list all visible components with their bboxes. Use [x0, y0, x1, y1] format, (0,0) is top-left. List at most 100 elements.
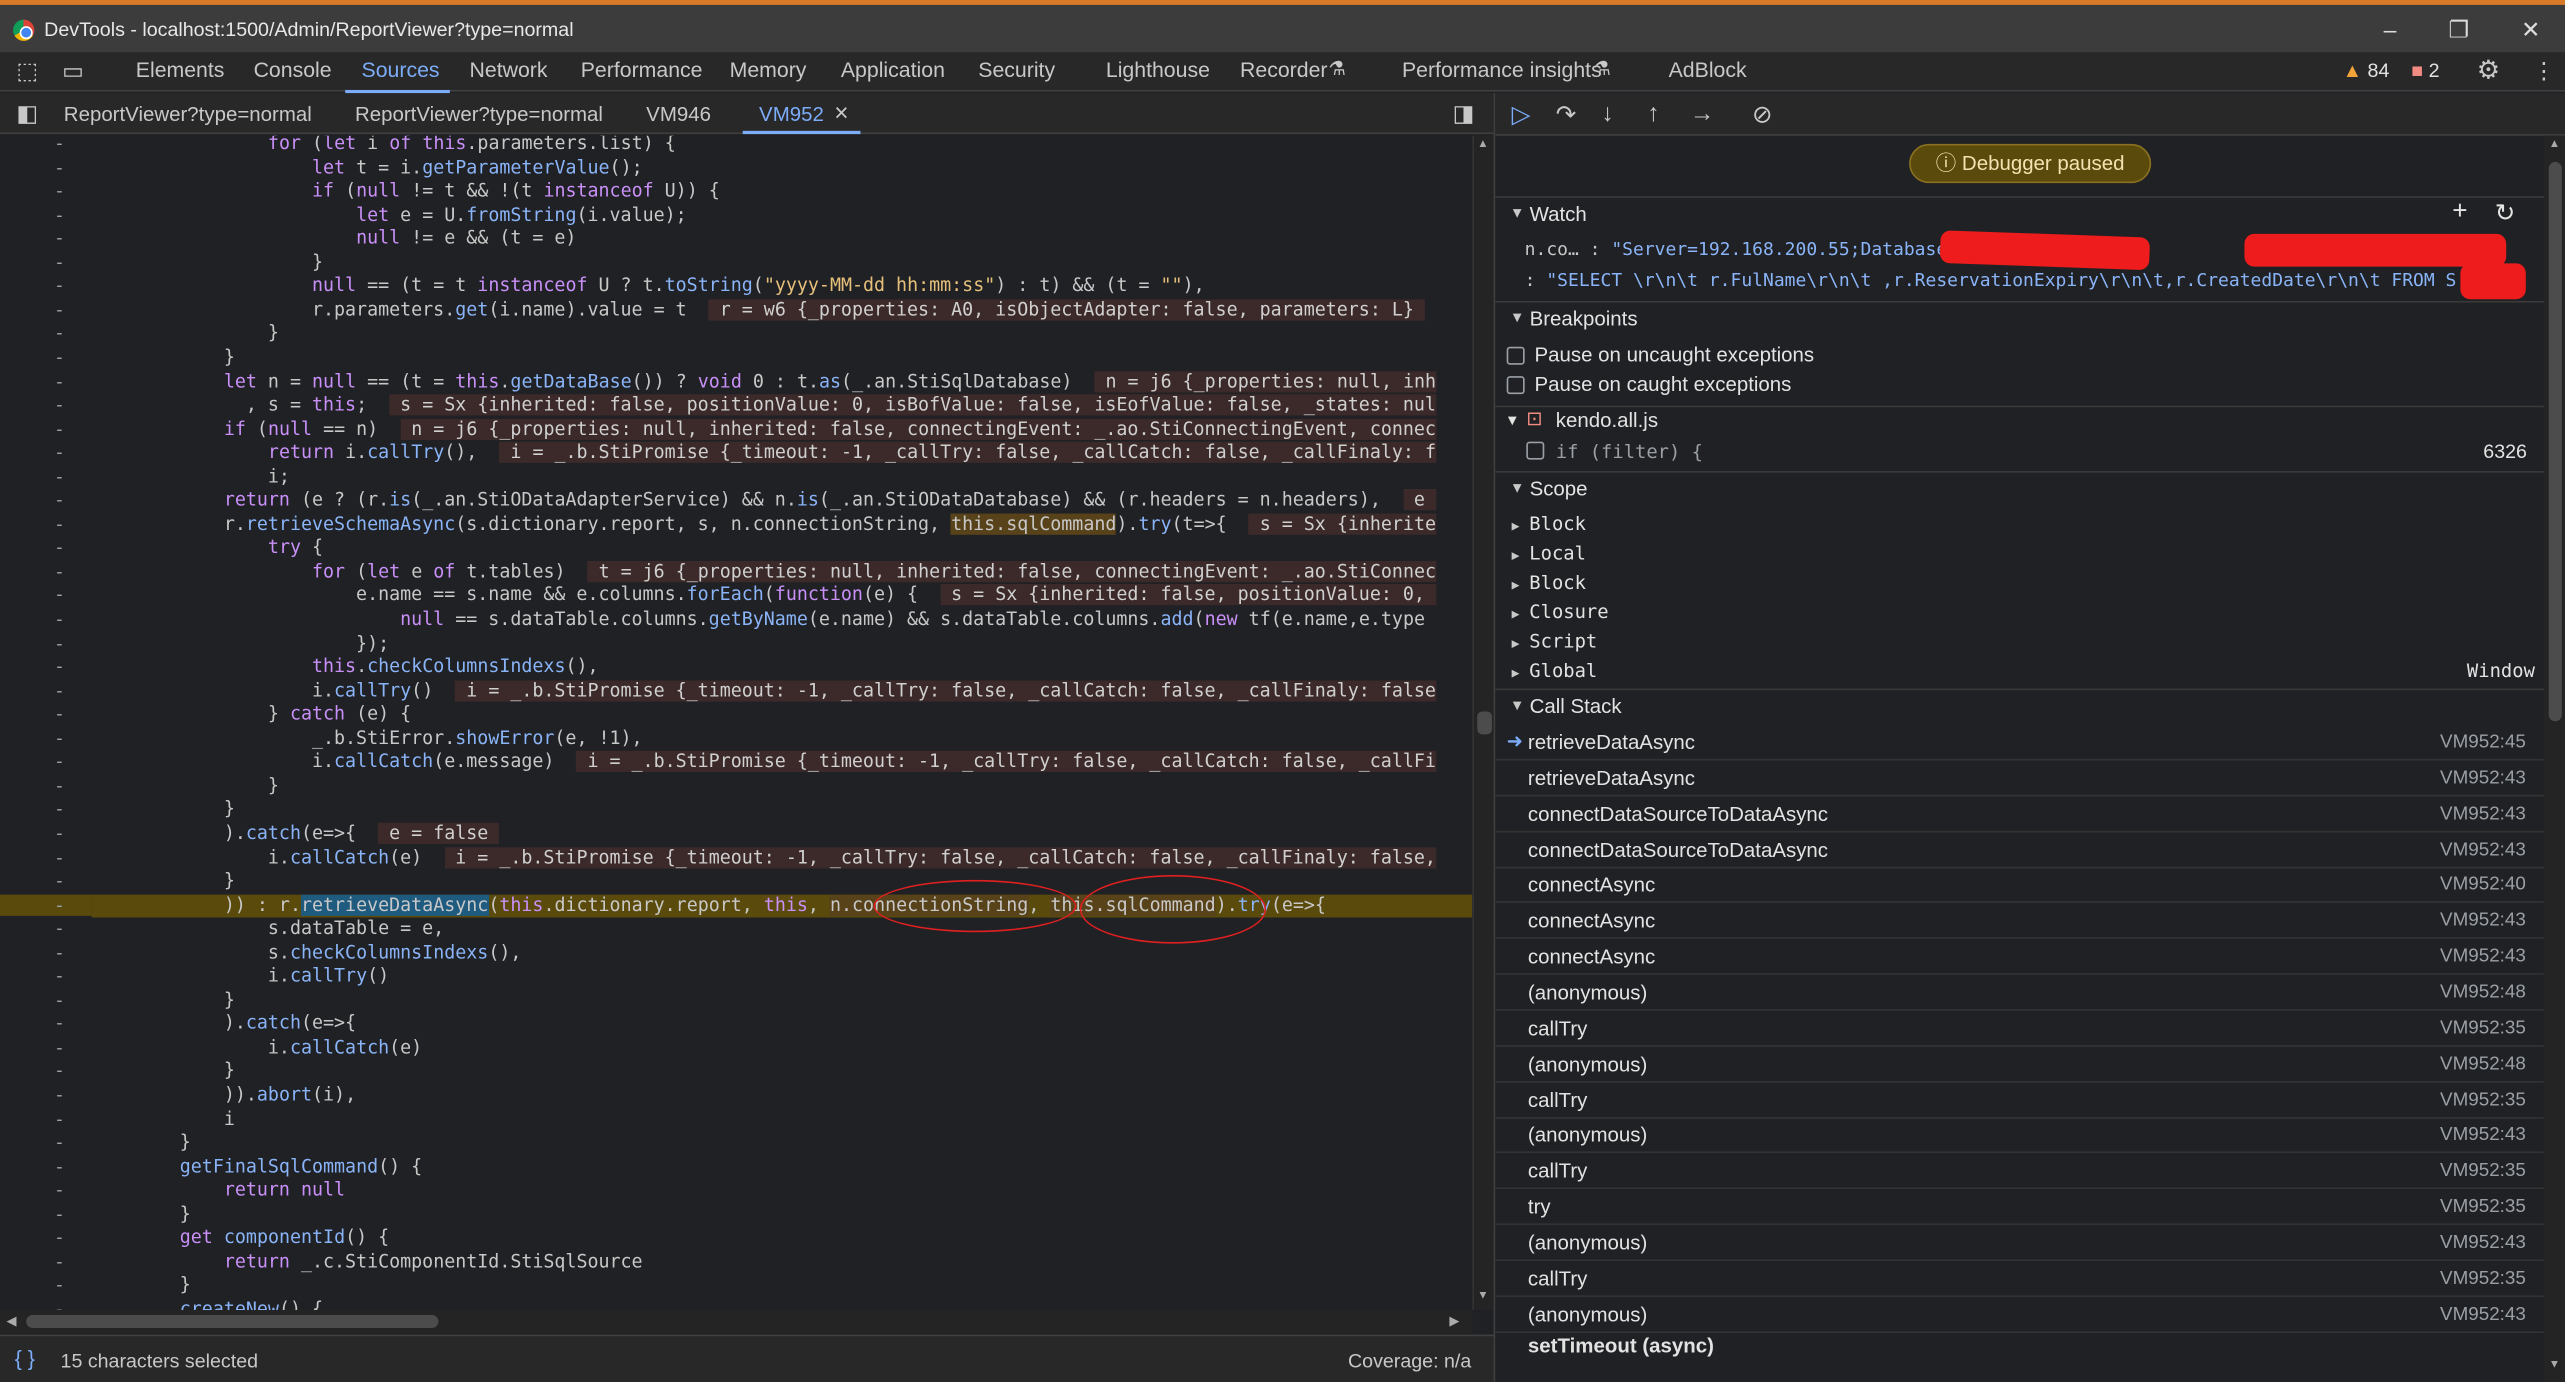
line-marker[interactable]: -: [54, 418, 65, 439]
line-marker[interactable]: -: [54, 608, 65, 629]
code-line[interactable]: r.parameters.get(i.name).value = t r = w…: [92, 299, 1473, 323]
callstack-frame[interactable]: callTry VM952:35: [1495, 1010, 2546, 1047]
close-tab-icon[interactable]: ×: [834, 100, 848, 128]
code-line[interactable]: ).catch(e=>{: [92, 1013, 1473, 1037]
callstack-frame[interactable]: callTry VM952:35: [1495, 1261, 2546, 1297]
callstack-frame[interactable]: retrieveDataAsync VM952:43: [1495, 760, 2546, 797]
line-marker[interactable]: -: [0, 893, 92, 916]
line-marker[interactable]: -: [54, 489, 65, 510]
tab-console[interactable]: Console: [254, 57, 332, 82]
line-marker[interactable]: -: [54, 704, 65, 725]
step-icon[interactable]: →: [1690, 100, 1715, 128]
line-marker[interactable]: -: [54, 1275, 65, 1296]
line-marker[interactable]: -: [54, 1180, 65, 1201]
scope-item-script[interactable]: ▶ Script: [1512, 630, 1598, 653]
code-line[interactable]: }: [92, 1061, 1473, 1085]
restore-button[interactable]: ❐: [2434, 13, 2483, 46]
line-marker[interactable]: -: [54, 1061, 65, 1082]
line-marker[interactable]: -: [54, 561, 65, 582]
editor-vertical-scrollbar[interactable]: ▲ ▼: [1472, 135, 1494, 1311]
line-marker[interactable]: -: [54, 180, 65, 201]
line-marker[interactable]: -: [54, 846, 65, 867]
callstack-frame[interactable]: connectAsync VM952:43: [1495, 939, 2546, 975]
code-line[interactable]: createNew() {: [92, 1298, 1473, 1310]
line-marker[interactable]: -: [54, 347, 65, 368]
code-line[interactable]: null == (t = t instanceof U ? t.toString…: [92, 275, 1473, 299]
tab-sources[interactable]: Sources: [362, 57, 440, 82]
more-options-icon[interactable]: ⋮: [2532, 57, 2555, 85]
code-line[interactable]: }: [92, 775, 1473, 799]
line-marker[interactable]: -: [54, 1227, 65, 1248]
line-marker[interactable]: -: [54, 1203, 65, 1224]
tab-network[interactable]: Network: [470, 57, 548, 82]
line-marker[interactable]: -: [54, 394, 65, 415]
line-marker[interactable]: -: [54, 466, 65, 487]
code-line[interactable]: i.callCatch(e): [92, 1037, 1473, 1061]
sidebar-scrollbar[interactable]: ▲ ▼: [2543, 135, 2565, 1382]
line-marker[interactable]: -: [54, 299, 65, 320]
code-line[interactable]: _.b.StiError.showError(e, !1),: [92, 727, 1473, 751]
line-marker[interactable]: -: [54, 204, 65, 225]
scope-item-block[interactable]: ▶ Block: [1512, 571, 1586, 594]
code-line[interactable]: return _.c.StiComponentId.StiSqlSource: [92, 1251, 1473, 1275]
line-marker[interactable]: -: [54, 870, 65, 891]
code-line[interactable]: i.callTry() i = _.b.StiPromise {_timeout…: [92, 679, 1473, 704]
editor-horizontal-scrollbar[interactable]: ◀ ▶: [0, 1310, 1473, 1333]
code-line[interactable]: i;: [92, 466, 1473, 490]
code-line[interactable]: } catch (e) {: [92, 704, 1473, 728]
file-tab-reportviewer-1[interactable]: ReportViewer?type=normal: [64, 103, 312, 126]
code-line[interactable]: }: [92, 799, 1473, 823]
settings-gear-icon[interactable]: ⚙: [2477, 54, 2500, 87]
callstack-frame[interactable]: (anonymous) VM952:48: [1495, 975, 2546, 1011]
code-line[interactable]: null == s.dataTable.columns.getByName(e.…: [92, 608, 1473, 632]
code-line[interactable]: get componentId() {: [92, 1227, 1473, 1251]
callstack-frame[interactable]: connectDataSourceToDataAsync VM952:43: [1495, 832, 2546, 868]
minimize-button[interactable]: –: [2366, 13, 2415, 46]
pause-uncaught-checkbox[interactable]: [1506, 346, 1525, 365]
line-marker[interactable]: -: [54, 680, 65, 701]
line-marker[interactable]: -: [54, 585, 65, 606]
code-line[interactable]: }: [92, 1203, 1473, 1227]
tab-lighthouse[interactable]: Lighthouse: [1106, 57, 1210, 82]
callstack-frame[interactable]: callTry VM952:35: [1495, 1082, 2546, 1118]
line-marker[interactable]: -: [54, 1132, 65, 1153]
breakpoint-file-name[interactable]: kendo.all.js: [1556, 409, 1658, 432]
line-marker[interactable]: -: [54, 1298, 65, 1310]
tab-application[interactable]: Application: [841, 57, 945, 82]
code-line[interactable]: });: [92, 632, 1473, 656]
scope-item-local[interactable]: ▶ Local: [1512, 541, 1586, 564]
code-line[interactable]: let n = null == (t = this.getDataBase())…: [92, 370, 1473, 394]
code-line[interactable]: getFinalSqlCommand() {: [92, 1156, 1473, 1180]
callstack-frame[interactable]: connectDataSourceToDataAsync VM952:43: [1495, 796, 2546, 832]
breakpoint-checkbox[interactable]: [1526, 441, 1545, 460]
line-marker[interactable]: -: [54, 632, 65, 653]
code-line[interactable]: return null: [92, 1180, 1473, 1204]
code-line[interactable]: null != e && (t = e): [92, 228, 1473, 252]
code-line[interactable]: let t = i.getParameterValue();: [92, 156, 1473, 180]
inspect-element-icon[interactable]: ⬚: [16, 57, 38, 85]
line-marker[interactable]: -: [54, 775, 65, 796]
code-line[interactable]: }: [92, 1132, 1473, 1156]
code-line[interactable]: for (let e of t.tables) t = j6 {_propert…: [92, 560, 1473, 585]
callstack-section-header[interactable]: ▼ Call Stack: [1495, 688, 2546, 722]
line-marker[interactable]: -: [54, 1156, 65, 1177]
code-line[interactable]: try {: [92, 537, 1473, 561]
callstack-frame[interactable]: (anonymous) VM952:43: [1495, 1296, 2546, 1333]
line-marker[interactable]: -: [54, 656, 65, 677]
tab-performance[interactable]: Performance: [581, 57, 703, 82]
line-marker[interactable]: -: [54, 442, 65, 463]
line-marker[interactable]: -: [54, 942, 65, 963]
code-line[interactable]: if (null == n) n = j6 {_properties: null…: [92, 418, 1473, 442]
callstack-frame[interactable]: try VM952:35: [1495, 1189, 2546, 1226]
scope-section-header[interactable]: ▼ Scope: [1495, 471, 2546, 504]
line-marker[interactable]: -: [54, 965, 65, 986]
editor-scroll-thumb[interactable]: [1477, 711, 1492, 735]
line-marker[interactable]: -: [54, 1251, 65, 1272]
line-marker[interactable]: -: [54, 228, 65, 249]
callstack-frame[interactable]: (anonymous) VM952:43: [1495, 1225, 2546, 1261]
line-marker[interactable]: -: [54, 537, 65, 558]
code-line[interactable]: )).abort(i),: [92, 1084, 1473, 1108]
code-line[interactable]: e.name == s.name && e.columns.forEach(fu…: [92, 584, 1473, 609]
line-marker[interactable]: -: [54, 1108, 65, 1129]
line-marker[interactable]: -: [54, 136, 65, 154]
